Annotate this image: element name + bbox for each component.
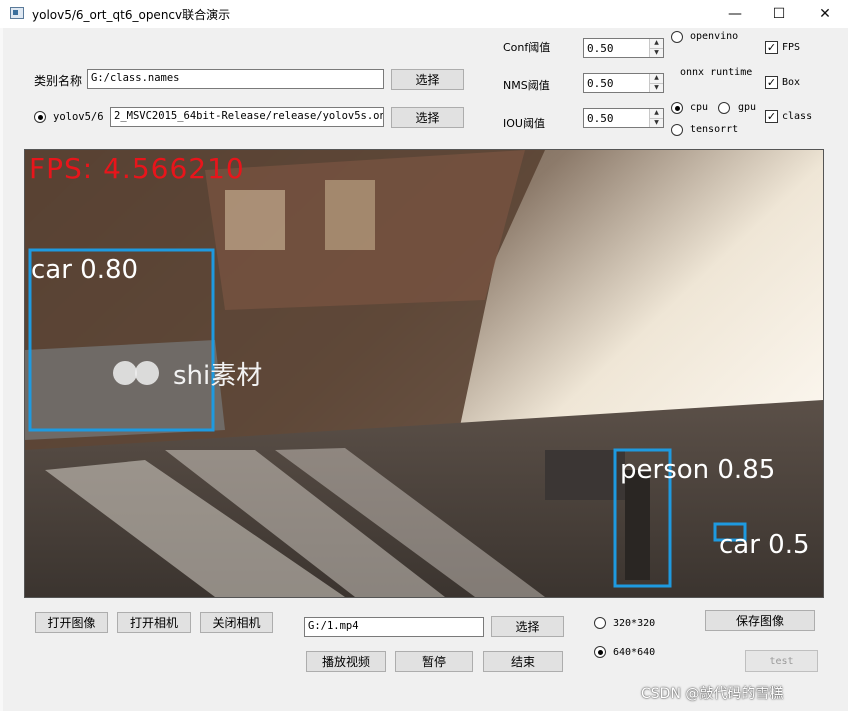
iou-threshold-label: IOU阈值 bbox=[503, 117, 545, 130]
onnx-runtime-label: onnx runtime bbox=[680, 67, 753, 78]
class-names-label: 类别名称 bbox=[34, 74, 83, 88]
video-frame bbox=[25, 150, 823, 597]
class-names-input[interactable]: G:/class.names bbox=[87, 69, 384, 89]
watermark-logo-right bbox=[135, 361, 159, 385]
size-640-radio[interactable] bbox=[594, 646, 606, 658]
class-checkbox[interactable]: ✓ bbox=[765, 110, 778, 123]
window-edge bbox=[0, 28, 3, 711]
gpu-label: gpu bbox=[738, 102, 757, 113]
conf-threshold-spinbox[interactable]: 0.50 ▲ ▼ bbox=[583, 38, 664, 58]
conf-threshold-value: 0.50 bbox=[587, 42, 614, 55]
model-radio-label: yolov5/6 bbox=[53, 111, 104, 123]
open-image-button[interactable]: 打开图像 bbox=[35, 612, 108, 633]
save-image-button[interactable]: 保存图像 bbox=[705, 610, 815, 631]
model-radio[interactable] bbox=[34, 111, 46, 123]
close-button[interactable]: ✕ bbox=[802, 0, 848, 28]
size-640-label: 640*640 bbox=[613, 647, 656, 658]
window-title: yolov5/6_ort_qt6_opencv联合演示 bbox=[32, 8, 231, 22]
iou-spin-arrows[interactable]: ▲ ▼ bbox=[649, 109, 663, 127]
iou-threshold-value: 0.50 bbox=[587, 112, 614, 125]
video-path-input[interactable]: G:/1.mp4 bbox=[304, 617, 484, 637]
close-camera-button[interactable]: 关闭相机 bbox=[200, 612, 273, 633]
stop-button[interactable]: 结束 bbox=[483, 651, 563, 672]
class-checkbox-label: class bbox=[782, 111, 813, 122]
spin-down-icon[interactable]: ▼ bbox=[650, 83, 663, 92]
car-detection-label-1: car 0.80 bbox=[31, 255, 139, 285]
test-button[interactable]: test bbox=[745, 650, 818, 672]
nms-threshold-label: NMS阈值 bbox=[503, 79, 550, 92]
box-checkbox[interactable]: ✓ bbox=[765, 76, 778, 89]
pause-button[interactable]: 暂停 bbox=[395, 651, 473, 672]
fps-checkbox-label: FPS bbox=[782, 42, 801, 53]
spin-up-icon[interactable]: ▲ bbox=[650, 109, 663, 118]
watermark-logo-left bbox=[113, 361, 137, 385]
tensorrt-label: tensorrt bbox=[690, 124, 739, 135]
video-select-button[interactable]: 选择 bbox=[491, 616, 564, 637]
app-icon bbox=[10, 7, 24, 19]
spin-down-icon[interactable]: ▼ bbox=[650, 118, 663, 127]
fps-checkbox[interactable]: ✓ bbox=[765, 41, 778, 54]
nms-threshold-value: 0.50 bbox=[587, 77, 614, 90]
iou-threshold-spinbox[interactable]: 0.50 ▲ ▼ bbox=[583, 108, 664, 128]
maximize-button[interactable]: ☐ bbox=[756, 0, 802, 28]
cpu-radio[interactable] bbox=[671, 102, 683, 114]
model-select-button[interactable]: 选择 bbox=[391, 107, 464, 128]
box-checkbox-label: Box bbox=[782, 77, 801, 88]
size-320-label: 320*320 bbox=[613, 618, 656, 629]
play-video-button[interactable]: 播放视频 bbox=[306, 651, 386, 672]
spin-up-icon[interactable]: ▲ bbox=[650, 39, 663, 48]
person-detection-label: person 0.85 bbox=[620, 455, 776, 485]
spin-up-icon[interactable]: ▲ bbox=[650, 74, 663, 83]
open-camera-button[interactable]: 打开相机 bbox=[117, 612, 191, 633]
nms-spin-arrows[interactable]: ▲ ▼ bbox=[649, 74, 663, 92]
cpu-label: cpu bbox=[690, 102, 709, 113]
fps-overlay-text: FPS: 4.566210 bbox=[29, 152, 245, 185]
conf-threshold-label: Conf阈值 bbox=[503, 41, 551, 54]
csdn-watermark: CSDN @敲代码的雪糕 bbox=[641, 686, 784, 702]
openvino-radio[interactable] bbox=[671, 31, 683, 43]
car-detection-label-2: car 0.5 bbox=[719, 530, 810, 560]
tensorrt-radio[interactable] bbox=[671, 124, 683, 136]
spin-down-icon[interactable]: ▼ bbox=[650, 48, 663, 57]
minimize-button[interactable]: — bbox=[712, 0, 758, 28]
gpu-radio[interactable] bbox=[718, 102, 730, 114]
video-display: FPS: 4.566210 car 0.80 person 0.85 car 0… bbox=[24, 149, 824, 598]
nms-threshold-spinbox[interactable]: 0.50 ▲ ▼ bbox=[583, 73, 664, 93]
conf-spin-arrows[interactable]: ▲ ▼ bbox=[649, 39, 663, 57]
model-path-input[interactable]: 2_MSVC2015_64bit-Release/release/yolov5s… bbox=[110, 107, 384, 127]
size-320-radio[interactable] bbox=[594, 617, 606, 629]
video-watermark: shi素材 bbox=[173, 361, 263, 391]
openvino-label: openvino bbox=[690, 31, 739, 42]
class-names-select-button[interactable]: 选择 bbox=[391, 69, 464, 90]
